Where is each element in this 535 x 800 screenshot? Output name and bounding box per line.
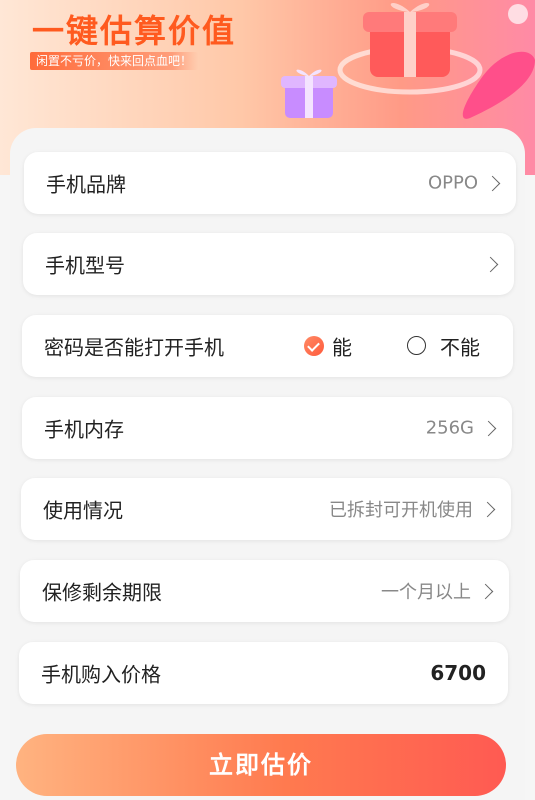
banner-title: 一键估算价值	[32, 12, 237, 50]
gift-box-illustration	[337, 3, 535, 119]
password-label: 密码是否能打开手机	[44, 335, 224, 360]
banner-subtitle: 闲置不亏价，快来回点血吧！	[30, 52, 199, 70]
storage-label: 手机内存	[44, 417, 124, 442]
usage-value: 已拆封可开机使用	[329, 500, 473, 521]
estimate-button[interactable]: 立即估价	[16, 734, 506, 796]
brand-row[interactable]: 手机品牌 OPPO	[24, 152, 516, 214]
storage-value: 256G	[425, 417, 474, 439]
warranty-label: 保修剩余期限	[42, 580, 162, 605]
option-yes-label[interactable]: 能	[332, 332, 352, 361]
chevron-right-icon	[477, 583, 494, 600]
radio-unchecked-icon[interactable]	[407, 336, 426, 355]
radio-checked-icon[interactable]	[304, 336, 324, 356]
model-label: 手机型号	[45, 253, 125, 278]
warranty-value: 一个月以上	[381, 582, 471, 603]
model-row[interactable]: 手机型号	[23, 233, 514, 295]
price-label: 手机购入价格	[41, 662, 161, 687]
storage-row[interactable]: 手机内存 256G	[22, 397, 512, 459]
price-row[interactable]: 手机购入价格 6700	[19, 642, 508, 704]
chevron-right-icon	[480, 420, 497, 437]
chevron-right-icon	[479, 501, 496, 518]
usage-label: 使用情况	[43, 498, 123, 523]
usage-row[interactable]: 使用情况 已拆封可开机使用	[21, 478, 511, 540]
brand-value: OPPO	[427, 172, 478, 194]
price-value[interactable]: 6700	[430, 661, 486, 685]
chevron-right-icon	[484, 175, 501, 192]
password-row: 密码是否能打开手机 能 不能	[22, 315, 513, 377]
option-no-label[interactable]: 不能	[440, 332, 480, 361]
small-gift-illustration	[281, 69, 337, 118]
warranty-row[interactable]: 保修剩余期限 一个月以上	[20, 560, 509, 622]
brand-label: 手机品牌	[46, 172, 126, 197]
chevron-right-icon	[482, 256, 499, 273]
